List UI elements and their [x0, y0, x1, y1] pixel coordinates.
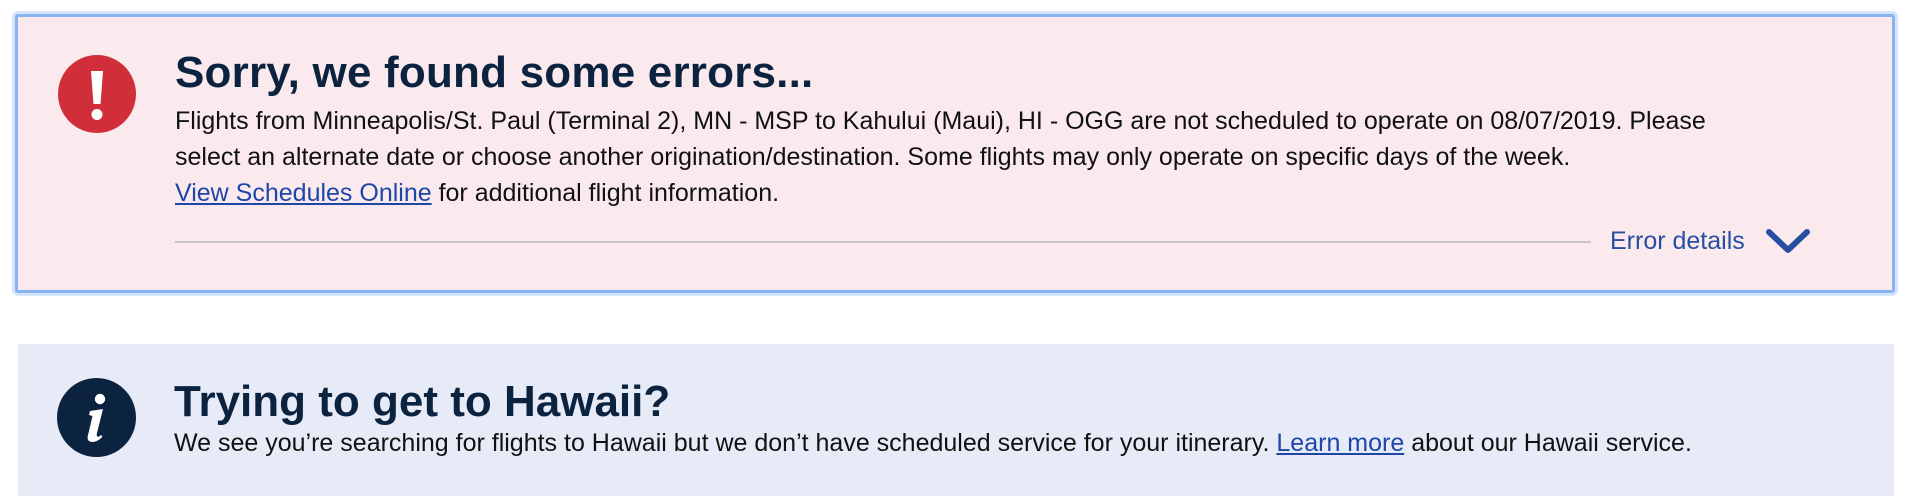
- exclamation-icon: [58, 55, 136, 133]
- error-message-line-1: Flights from Minneapolis/St. Paul (Termi…: [175, 107, 1706, 135]
- error-message-suffix: for additional flight information.: [431, 179, 780, 207]
- error-message-line-2: select an alternate date or choose anoth…: [175, 143, 1571, 171]
- error-message-line-3: View Schedules Online for additional fli…: [175, 175, 1835, 211]
- info-message-text: We see you’re searching for flights to H…: [174, 429, 1277, 457]
- info-icon: [57, 378, 136, 457]
- learn-more-link[interactable]: Learn more: [1276, 429, 1404, 457]
- error-alert: Sorry, we found some errors... Flights f…: [15, 14, 1895, 293]
- info-title: Trying to get to Hawaii?: [174, 377, 671, 426]
- error-details-label: Error details: [1610, 226, 1745, 255]
- divider: [175, 241, 1591, 243]
- error-title: Sorry, we found some errors...: [175, 48, 814, 97]
- info-message: We see you’re searching for flights to H…: [174, 425, 1692, 461]
- info-message-suffix: about our Hawaii service.: [1404, 429, 1692, 457]
- error-details-toggle[interactable]: Error details: [1610, 221, 1811, 261]
- info-alert: Trying to get to Hawaii? We see you’re s…: [18, 344, 1894, 496]
- error-message: Flights from Minneapolis/St. Paul (Termi…: [175, 103, 1835, 211]
- chevron-down-icon: [1765, 229, 1810, 253]
- view-schedules-link[interactable]: View Schedules Online: [175, 179, 432, 207]
